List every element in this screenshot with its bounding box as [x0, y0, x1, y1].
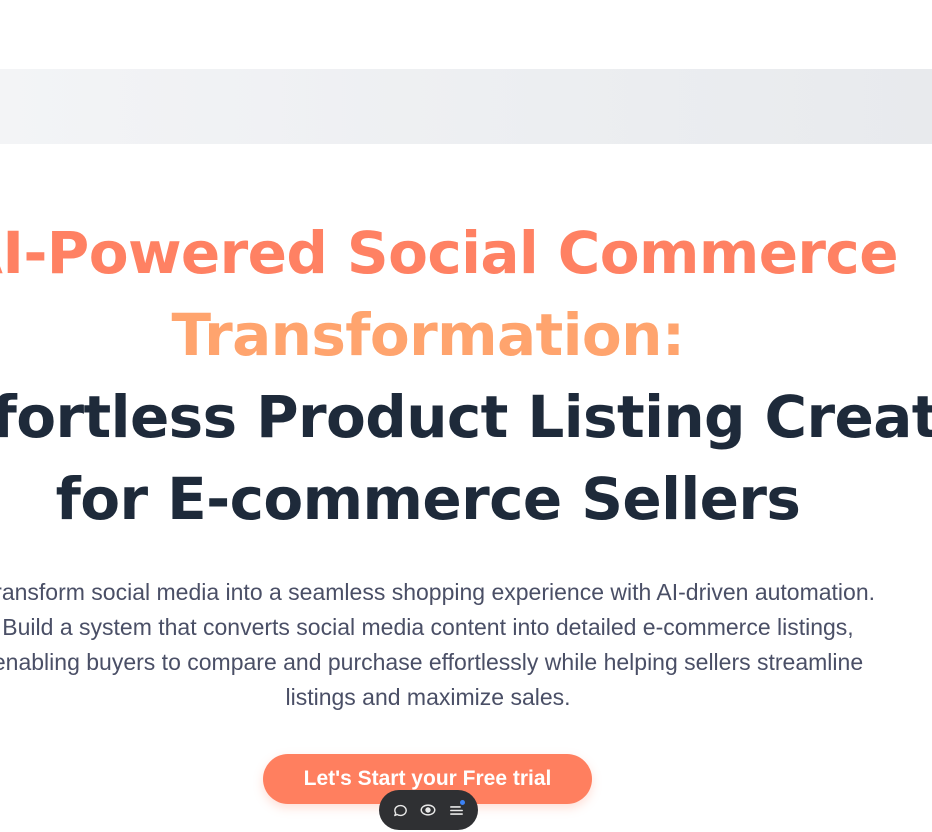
menu-icon[interactable]: [445, 799, 467, 821]
hero-description-line: enabling buyers to compare and purchase …: [0, 649, 864, 675]
page: AI-Powered Social Commerce Transformatio…: [0, 0, 932, 832]
eye-icon[interactable]: [417, 799, 439, 821]
hero-description: Transform social media into a seamless s…: [0, 575, 928, 715]
hero-description-line: listings and maximize sales.: [285, 684, 571, 710]
hero-title-line-2: Transformation:: [171, 301, 686, 369]
hero-description-line: Build a system that converts social medi…: [2, 614, 854, 640]
hero-title-line-4: for E-commerce Sellers: [55, 465, 801, 533]
hero-title: AI-Powered Social Commerce Transformatio…: [0, 212, 932, 540]
hero-title-line-1: AI-Powered Social Commerce: [0, 219, 899, 287]
header-banner: [0, 69, 932, 144]
hero-description-line: Transform social media into a seamless s…: [0, 579, 876, 605]
hero-title-line-3: Effortless Product Listing Creation: [0, 383, 932, 451]
comment-icon[interactable]: [390, 799, 412, 821]
floating-toolbar: [379, 790, 478, 830]
